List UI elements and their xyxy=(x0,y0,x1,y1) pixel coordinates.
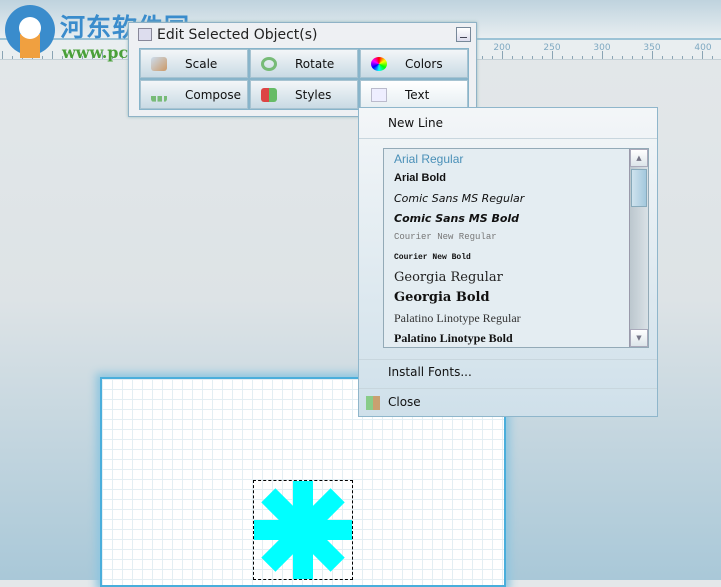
scale-button[interactable]: Scale xyxy=(140,49,248,78)
ruler-tick xyxy=(662,56,663,59)
colors-button[interactable]: Colors xyxy=(360,49,468,78)
ruler-tick xyxy=(632,56,633,59)
close-item[interactable]: Close xyxy=(388,395,421,409)
ruler-tick xyxy=(702,51,703,59)
font-item[interactable]: Georgia Bold xyxy=(394,290,490,305)
rotate-icon xyxy=(261,56,277,71)
ruler-tick xyxy=(542,56,543,59)
ruler-tick xyxy=(602,51,603,59)
ruler-tick xyxy=(492,56,493,59)
ruler-tick xyxy=(712,56,713,59)
styles-button[interactable]: Styles xyxy=(250,80,358,109)
selection-box xyxy=(253,480,353,580)
button-label: Scale xyxy=(185,56,218,71)
font-item[interactable]: Arial Bold xyxy=(394,172,446,184)
scroll-down-icon[interactable]: ▼ xyxy=(630,329,648,347)
button-label: Styles xyxy=(295,87,332,102)
dialog-title: Edit Selected Object(s) xyxy=(157,27,318,43)
ruler-tick xyxy=(692,56,693,59)
compose-tree-icon xyxy=(151,87,167,102)
minimize-button[interactable] xyxy=(456,27,471,42)
ruler-tick xyxy=(672,56,673,59)
text-menu: New Line Arial Regular Arial Bold Comic … xyxy=(358,107,658,417)
font-list[interactable]: Arial Regular Arial Bold Comic Sans MS R… xyxy=(383,148,649,348)
text-button[interactable]: Text xyxy=(360,80,468,109)
edit-icon xyxy=(138,28,152,41)
button-label: Rotate xyxy=(295,56,335,71)
edit-selected-object-dialog: Edit Selected Object(s) Scale Rotate Col… xyxy=(128,22,477,117)
new-line-item[interactable]: New Line xyxy=(388,116,443,130)
ruler-tick xyxy=(612,56,613,59)
ruler-tick xyxy=(652,51,653,59)
ruler-tick xyxy=(502,51,503,59)
font-item[interactable]: Courier New Regular xyxy=(394,232,497,242)
font-list-scrollbar[interactable]: ▲ ▼ xyxy=(629,149,648,347)
rotate-button[interactable]: Rotate xyxy=(250,49,358,78)
ruler-label: 400 xyxy=(694,43,712,53)
scale-icon xyxy=(151,56,167,71)
ruler-tick xyxy=(512,56,513,59)
ruler-tick xyxy=(552,51,553,59)
button-label: Text xyxy=(405,87,430,102)
exit-door-icon xyxy=(366,396,380,410)
styles-blocks-icon xyxy=(261,87,277,102)
ruler-tick xyxy=(622,56,623,59)
font-item[interactable]: Comic Sans MS Bold xyxy=(394,212,519,225)
ruler-tick xyxy=(572,56,573,59)
ruler-tick xyxy=(482,56,483,59)
ruler-tick xyxy=(532,56,533,59)
install-fonts-item[interactable]: Install Fonts... xyxy=(388,365,472,379)
font-item[interactable]: Arial Regular xyxy=(394,152,463,166)
divider xyxy=(359,388,657,389)
button-label: Compose xyxy=(185,87,242,102)
ruler-tick xyxy=(562,56,563,59)
ruler-tick xyxy=(522,56,523,59)
color-wheel-icon xyxy=(371,56,387,71)
scroll-thumb[interactable] xyxy=(631,169,647,207)
text-icon xyxy=(371,87,387,102)
font-item[interactable]: Georgia Regular xyxy=(394,270,503,285)
ruler-tick xyxy=(592,56,593,59)
watermark-logo-icon xyxy=(5,5,55,58)
font-item[interactable]: Comic Sans MS Regular xyxy=(394,192,524,205)
ruler-tick xyxy=(682,56,683,59)
button-label: Colors xyxy=(405,56,443,71)
compose-button[interactable]: Compose xyxy=(140,80,248,109)
font-item[interactable]: Courier New Bold xyxy=(394,253,471,262)
font-item[interactable]: Palatino Linotype Bold xyxy=(394,331,513,346)
ruler-tick xyxy=(642,56,643,59)
ruler-tick xyxy=(582,56,583,59)
scroll-up-icon[interactable]: ▲ xyxy=(630,149,648,167)
font-item[interactable]: Palatino Linotype Regular xyxy=(394,311,521,326)
divider xyxy=(359,359,657,360)
divider xyxy=(359,138,657,139)
